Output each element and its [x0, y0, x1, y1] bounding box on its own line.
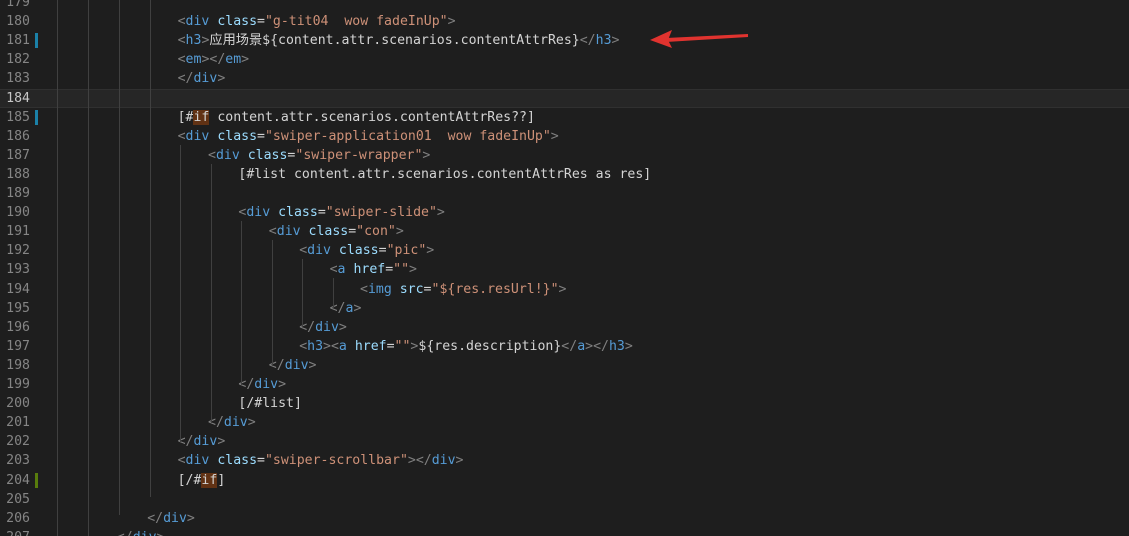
code-editor[interactable]: 179 180 <div class="g-tit04 wow fadeInUp">… [0, 0, 1129, 536]
arrow-shaft [666, 34, 748, 42]
red-arrow-icon [650, 30, 748, 48]
